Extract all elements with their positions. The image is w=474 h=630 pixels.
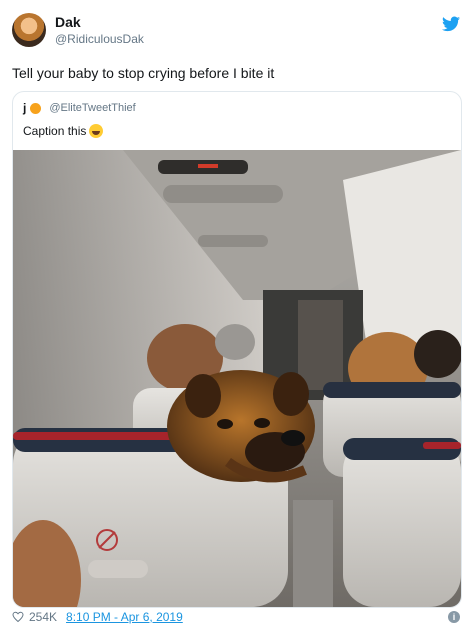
tweet-footer: 254K 8:10 PM - Apr 6, 2019 bbox=[12, 610, 183, 624]
like-count[interactable]: 254K bbox=[29, 610, 57, 624]
quoted-header: j @EliteTweetThief bbox=[23, 101, 136, 115]
author-avatar[interactable] bbox=[12, 13, 46, 47]
author-name[interactable]: Dak bbox=[55, 14, 81, 30]
tears-of-joy-emoji-icon bbox=[89, 124, 104, 138]
quoted-text-row: Caption this bbox=[23, 124, 104, 138]
info-icon[interactable]: i bbox=[448, 611, 460, 623]
heart-icon[interactable] bbox=[12, 611, 24, 623]
author-handle[interactable]: @RidiculousDak bbox=[55, 32, 144, 46]
quoted-name[interactable]: j bbox=[23, 101, 26, 115]
quoted-tweet[interactable]: j @EliteTweetThief Caption this bbox=[12, 91, 462, 608]
twitter-bird-icon[interactable] bbox=[442, 16, 460, 32]
quoted-avatar[interactable] bbox=[30, 102, 42, 114]
quoted-text: Caption this bbox=[23, 124, 87, 138]
airplane-dog-photo[interactable] bbox=[13, 150, 461, 607]
tweet-text: Tell your baby to stop crying before I b… bbox=[12, 65, 275, 81]
tweet-timestamp[interactable]: 8:10 PM - Apr 6, 2019 bbox=[66, 610, 183, 624]
quoted-handle[interactable]: @EliteTweetThief bbox=[49, 102, 135, 114]
